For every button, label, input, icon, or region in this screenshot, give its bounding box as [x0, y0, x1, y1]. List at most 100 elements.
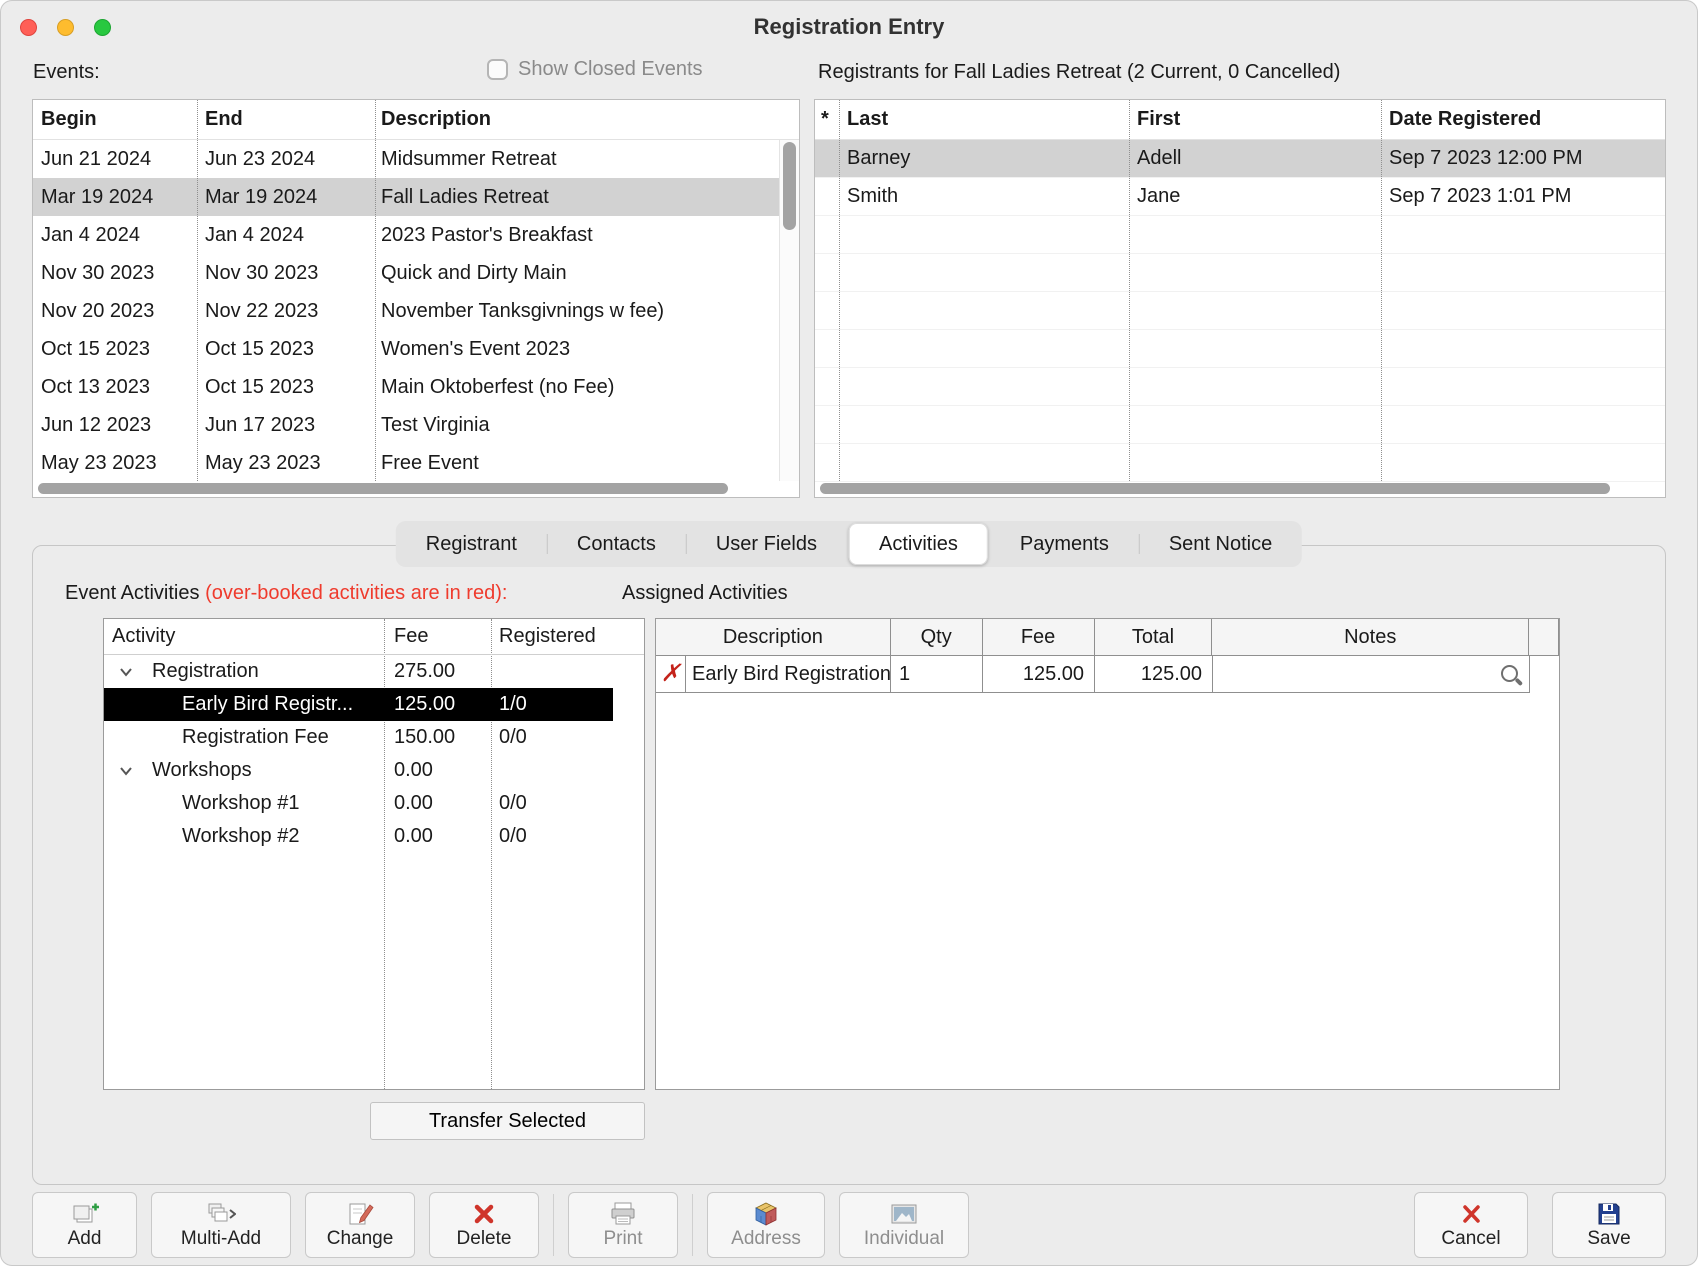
multi-add-button[interactable]: Multi-Add — [151, 1192, 291, 1258]
event-begin: Oct 13 2023 — [33, 376, 197, 399]
individual-button[interactable]: Individual — [839, 1192, 969, 1258]
assigned-description-cell[interactable]: Early Bird Registration — [686, 656, 891, 693]
minimize-window-button[interactable] — [57, 19, 74, 36]
assigned-col-fee: Fee — [983, 619, 1095, 656]
event-begin: Oct 15 2023 — [33, 338, 197, 361]
event-description: 2023 Pastor's Breakfast — [375, 224, 799, 247]
assigned-row[interactable]: ✗ Early Bird Registration 1 125.00 125.0… — [656, 656, 1559, 693]
events-row[interactable]: May 23 2023 May 23 2023 Free Event — [33, 444, 799, 482]
events-horizontal-scrollbar[interactable] — [33, 481, 799, 497]
button-label: Save — [1587, 1228, 1630, 1250]
registrant-row-selected[interactable]: Barney Adell Sep 7 2023 12:00 PM — [815, 140, 1665, 178]
button-label: Delete — [457, 1228, 512, 1250]
cancel-button[interactable]: Cancel — [1414, 1192, 1528, 1258]
delete-button[interactable]: Delete — [429, 1192, 539, 1258]
events-col-end[interactable]: End — [197, 108, 375, 131]
event-begin: Jun 21 2024 — [33, 148, 197, 171]
registrants-horizontal-scrollbar[interactable] — [815, 481, 1665, 497]
checkbox-label: Show Closed Events — [518, 58, 703, 81]
assigned-col-trailing — [1529, 619, 1559, 656]
detail-tabs: Registrant Contacts User Fields Activiti… — [396, 521, 1302, 567]
activity-label: Registration Fee — [182, 726, 329, 749]
tree-row-workshops[interactable]: Workshops 0.00 — [104, 754, 613, 787]
event-end: Nov 30 2023 — [197, 262, 375, 285]
show-closed-events-checkbox[interactable]: Show Closed Events — [487, 58, 703, 81]
tree-rows: Registration 275.00 Early Bird Registr..… — [104, 655, 644, 853]
event-end: Oct 15 2023 — [197, 338, 375, 361]
assigned-col-description: Description — [656, 619, 891, 656]
activity-label: Workshop #1 — [182, 792, 299, 815]
tab-sent-notice[interactable]: Sent Notice — [1139, 521, 1302, 567]
transfer-selected-button[interactable]: Transfer Selected — [370, 1102, 645, 1140]
add-icon — [70, 1200, 100, 1227]
tab-activities[interactable]: Activities — [849, 523, 988, 565]
title-bar: Registration Entry — [0, 0, 1698, 54]
close-window-button[interactable] — [20, 19, 37, 36]
events-row[interactable]: Jun 21 2024 Jun 23 2024 Midsummer Retrea… — [33, 140, 799, 178]
activity-label: Early Bird Registr... — [182, 693, 353, 716]
events-row[interactable]: Oct 15 2023 Oct 15 2023 Women's Event 20… — [33, 330, 799, 368]
delete-x-icon — [471, 1200, 497, 1227]
activity-registered: 0/0 — [491, 792, 613, 815]
events-row[interactable]: Oct 13 2023 Oct 15 2023 Main Oktoberfest… — [33, 368, 799, 406]
save-button[interactable]: Save — [1552, 1192, 1666, 1258]
registrants-col-last[interactable]: Last — [839, 108, 1129, 131]
events-col-description[interactable]: Description — [375, 108, 799, 131]
events-row[interactable]: Nov 30 2023 Nov 30 2023 Quick and Dirty … — [33, 254, 799, 292]
add-button[interactable]: Add — [32, 1192, 137, 1258]
registrant-first: Adell — [1129, 147, 1381, 170]
tree-row-workshop-2[interactable]: Workshop #2 0.00 0/0 — [104, 820, 613, 853]
activity-label: Workshops — [152, 759, 252, 782]
tree-row-registration-fee[interactable]: Registration Fee 150.00 0/0 — [104, 721, 613, 754]
registrant-date: Sep 7 2023 1:01 PM — [1381, 185, 1665, 208]
assigned-fee-cell[interactable]: 125.00 — [983, 656, 1095, 693]
events-row[interactable]: Jun 12 2023 Jun 17 2023 Test Virginia — [33, 406, 799, 444]
event-end: May 23 2023 — [197, 452, 375, 475]
registrant-row[interactable]: Smith Jane Sep 7 2023 1:01 PM — [815, 178, 1665, 216]
events-row[interactable]: Jan 4 2024 Jan 4 2024 2023 Pastor's Brea… — [33, 216, 799, 254]
event-description: Test Virginia — [375, 414, 799, 437]
assigned-notes-cell[interactable] — [1213, 656, 1530, 693]
address-cube-icon — [752, 1200, 780, 1227]
cancel-x-icon — [1458, 1200, 1484, 1227]
event-end: Mar 19 2024 — [197, 186, 375, 209]
event-begin: Jun 12 2023 — [33, 414, 197, 437]
remove-row-x-icon[interactable]: ✗ — [660, 662, 680, 686]
tab-payments[interactable]: Payments — [990, 521, 1139, 567]
tab-contacts[interactable]: Contacts — [547, 521, 686, 567]
empty-row — [815, 292, 1665, 330]
print-button[interactable]: Print — [568, 1192, 678, 1258]
registrants-col-first[interactable]: First — [1129, 108, 1381, 131]
scrollbar-thumb[interactable] — [820, 483, 1610, 494]
scrollbar-thumb[interactable] — [783, 142, 796, 230]
events-col-begin[interactable]: Begin — [33, 108, 197, 131]
tab-registrant[interactable]: Registrant — [396, 521, 547, 567]
assigned-col-qty: Qty — [891, 619, 983, 656]
events-row-selected[interactable]: Mar 19 2024 Mar 19 2024 Fall Ladies Retr… — [33, 178, 799, 216]
remove-assigned-cell[interactable]: ✗ — [656, 656, 686, 693]
events-vertical-scrollbar[interactable] — [779, 140, 799, 481]
event-description: Main Oktoberfest (no Fee) — [375, 376, 799, 399]
registrant-last: Smith — [839, 185, 1129, 208]
chevron-down-icon[interactable] — [116, 663, 136, 681]
address-button[interactable]: Address — [707, 1192, 825, 1258]
scrollbar-thumb[interactable] — [38, 483, 728, 494]
events-row[interactable]: Nov 20 2023 Nov 22 2023 November Tanksgi… — [33, 292, 799, 330]
tree-row-early-bird-selected[interactable]: Early Bird Registr... 125.00 1/0 — [104, 688, 613, 721]
event-begin: Mar 19 2024 — [33, 186, 197, 209]
checkbox-box-icon[interactable] — [487, 59, 508, 80]
assigned-qty-cell[interactable]: 1 — [891, 656, 983, 693]
registrants-col-date[interactable]: Date Registered — [1381, 108, 1665, 131]
magnifier-icon[interactable] — [1497, 661, 1524, 688]
zoom-window-button[interactable] — [94, 19, 111, 36]
tab-user-fields[interactable]: User Fields — [686, 521, 847, 567]
chevron-down-icon[interactable] — [116, 762, 136, 780]
assigned-activities-label: Assigned Activities — [622, 582, 788, 605]
tree-row-workshop-1[interactable]: Workshop #1 0.00 0/0 — [104, 787, 613, 820]
tree-row-registration[interactable]: Registration 275.00 — [104, 655, 613, 688]
change-button[interactable]: Change — [305, 1192, 415, 1258]
button-label: Multi-Add — [181, 1228, 261, 1250]
registrants-col-star[interactable]: * — [815, 108, 839, 131]
assigned-total-cell[interactable]: 125.00 — [1095, 656, 1213, 693]
overbooked-note: (over-booked activities are in red): — [205, 582, 507, 604]
